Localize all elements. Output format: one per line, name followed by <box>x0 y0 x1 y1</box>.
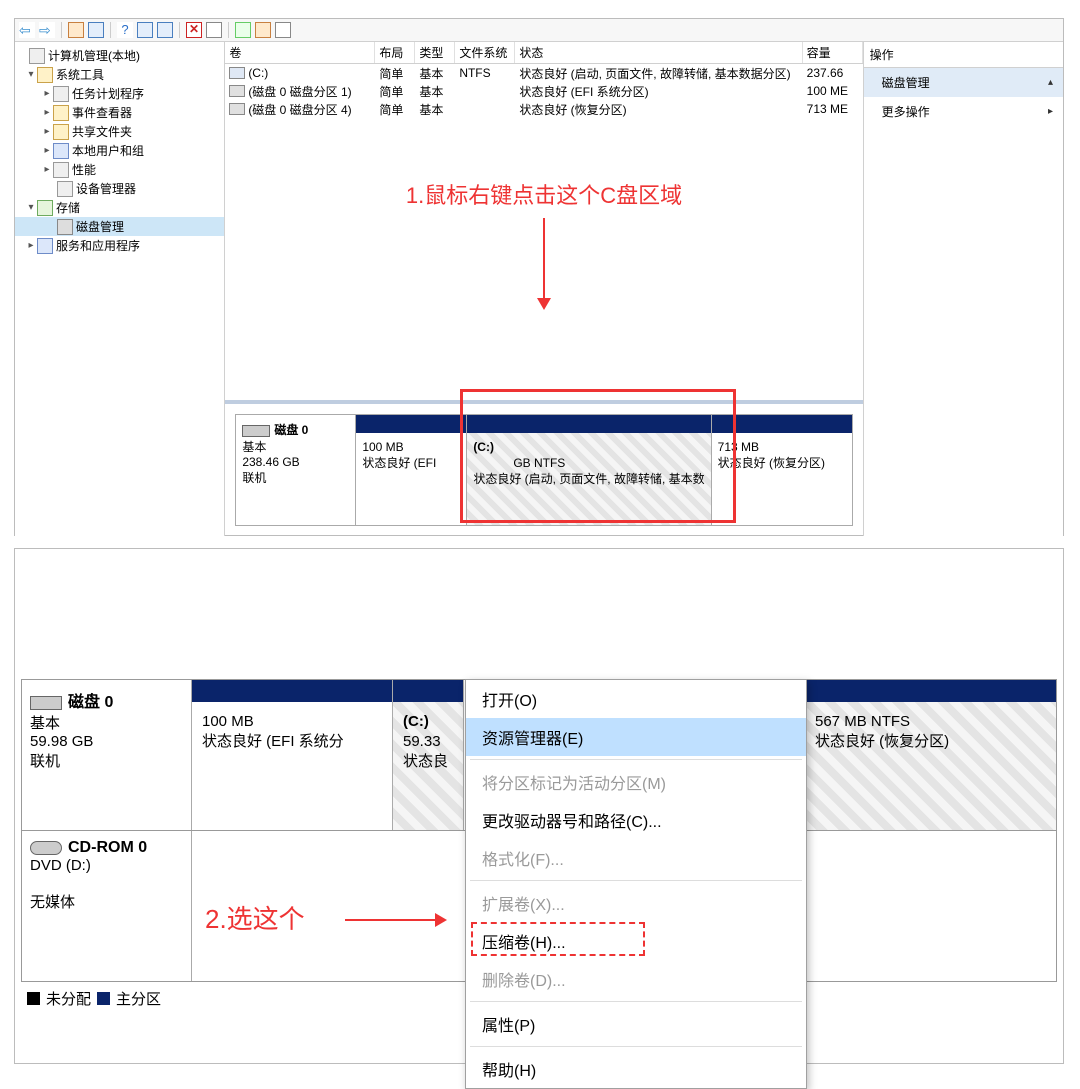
menu-format: 格式化(F)... <box>466 839 806 877</box>
arrow-down-icon <box>543 218 545 308</box>
tree-perf[interactable]: ▸性能 <box>15 160 224 179</box>
menu-delete: 删除卷(D)... <box>466 960 806 998</box>
disk-icon <box>242 425 270 437</box>
menu-help[interactable]: 帮助(H) <box>466 1050 806 1088</box>
cdrom-info[interactable]: CD-ROM 0 DVD (D:) 无媒体 <box>22 831 192 981</box>
menu-extend: 扩展卷(X)... <box>466 884 806 922</box>
toolbar-icon[interactable] <box>157 22 173 38</box>
volume-icon <box>229 85 245 97</box>
partition-efi[interactable]: 100 MB状态良好 (EFI 系统分 <box>192 680 393 830</box>
volume-row[interactable]: (磁盘 0 磁盘分区 1) 简单基本 状态良好 (EFI 系统分区)100 ME <box>225 82 862 100</box>
volumes-header: 卷 布局 类型 文件系统 状态 容量 <box>225 42 862 64</box>
menu-mark-active: 将分区标记为活动分区(M) <box>466 763 806 801</box>
disk-mgmt-window: ⇦ ⇨ ? ✕ 计算机管理(本地) ▾系统工具 ▸任务计划程序 ▸事件查看器 ▸… <box>14 18 1064 536</box>
context-menu: 打开(O) 资源管理器(E) 将分区标记为活动分区(M) 更改驱动器号和路径(C… <box>465 679 807 1089</box>
toolbar-icon[interactable] <box>235 22 251 38</box>
back-icon[interactable]: ⇦ <box>19 22 35 38</box>
col-fs[interactable]: 文件系统 <box>455 42 515 63</box>
legend-swatch-unallocated <box>27 992 40 1005</box>
col-type[interactable]: 类型 <box>415 42 455 63</box>
tree-devmgr[interactable]: 设备管理器 <box>15 179 224 198</box>
arrow-right-icon <box>345 919 445 921</box>
folder-icon <box>53 124 69 140</box>
actions-pane: 操作 磁盘管理▴ 更多操作▸ <box>864 42 1063 536</box>
col-name[interactable]: 卷 <box>225 42 375 63</box>
tree-event[interactable]: ▸事件查看器 <box>15 103 224 122</box>
toolbar: ⇦ ⇨ ? ✕ <box>15 19 1063 42</box>
toolbar-icon[interactable] <box>68 22 84 38</box>
menu-explorer[interactable]: 资源管理器(E) <box>466 718 806 756</box>
volume-icon <box>229 67 245 79</box>
toolbar-icon[interactable] <box>275 22 291 38</box>
tree-diskmgmt[interactable]: 磁盘管理 <box>15 217 224 236</box>
actions-title: 操作 <box>864 42 1063 68</box>
actions-more[interactable]: 更多操作▸ <box>864 97 1063 126</box>
clock-icon <box>53 86 69 102</box>
services-icon <box>37 238 53 254</box>
menu-open[interactable]: 打开(O) <box>466 680 806 718</box>
volume-icon <box>229 103 245 115</box>
forward-icon[interactable]: ⇨ <box>39 22 55 38</box>
partition-c[interactable]: (C:)59.33状态良 <box>393 680 464 830</box>
menu-properties[interactable]: 属性(P) <box>466 1005 806 1043</box>
actions-diskmgmt[interactable]: 磁盘管理▴ <box>864 68 1063 97</box>
volume-row[interactable]: (磁盘 0 磁盘分区 4) 简单基本 状态良好 (恢复分区)713 ME <box>225 100 862 118</box>
nav-tree: 计算机管理(本地) ▾系统工具 ▸任务计划程序 ▸事件查看器 ▸共享文件夹 ▸本… <box>15 42 225 536</box>
menu-change-letter[interactable]: 更改驱动器号和路径(C)... <box>466 801 806 839</box>
tree-task[interactable]: ▸任务计划程序 <box>15 84 224 103</box>
col-status[interactable]: 状态 <box>515 42 802 63</box>
help-icon[interactable]: ? <box>117 22 133 38</box>
annotation-2: 2.选这个 <box>205 899 305 936</box>
volume-row[interactable]: (C:) 简单基本 NTFS状态良好 (启动, 页面文件, 故障转储, 基本数据… <box>225 64 862 82</box>
disk-icon <box>30 696 62 710</box>
legend-swatch-primary <box>97 992 110 1005</box>
toolbar-icon[interactable] <box>137 22 153 38</box>
disk-mgmt-zoom: 磁盘 0 基本 59.98 GB 联机 100 MB状态良好 (EFI 系统分 … <box>14 548 1064 1064</box>
toolbar-icon[interactable] <box>88 22 104 38</box>
col-layout[interactable]: 布局 <box>375 42 415 63</box>
tree-systools[interactable]: ▾系统工具 <box>15 65 224 84</box>
toolbar-icon[interactable] <box>255 22 271 38</box>
tree-services[interactable]: ▸服务和应用程序 <box>15 236 224 255</box>
disk-icon <box>57 219 73 235</box>
col-capacity[interactable]: 容量 <box>803 42 863 63</box>
storage-icon <box>37 200 53 216</box>
delete-icon[interactable]: ✕ <box>186 22 202 38</box>
annotation-1: 1.鼠标右键点击这个C盘区域 <box>225 178 862 210</box>
tree-shared[interactable]: ▸共享文件夹 <box>15 122 224 141</box>
event-icon <box>53 105 69 121</box>
perf-icon <box>53 162 69 178</box>
toolbar-icon[interactable] <box>206 22 222 38</box>
users-icon <box>53 143 69 159</box>
disk-info[interactable]: 磁盘 0 基本 238.46 GB 联机 <box>236 415 356 525</box>
annotation-box <box>460 389 736 523</box>
partition-recovery[interactable]: 567 MB NTFS状态良好 (恢复分区) <box>805 680 1056 830</box>
partition-efi[interactable]: 100 MB状态良好 (EFI <box>356 415 467 525</box>
computer-icon <box>29 48 45 64</box>
device-icon <box>57 181 73 197</box>
cdrom-icon <box>30 841 62 855</box>
annotation-box <box>471 922 645 956</box>
tree-users[interactable]: ▸本地用户和组 <box>15 141 224 160</box>
tools-icon <box>37 67 53 83</box>
disk-info[interactable]: 磁盘 0 基本 59.98 GB 联机 <box>22 680 192 830</box>
tree-root[interactable]: 计算机管理(本地) <box>15 46 224 65</box>
tree-storage[interactable]: ▾存储 <box>15 198 224 217</box>
